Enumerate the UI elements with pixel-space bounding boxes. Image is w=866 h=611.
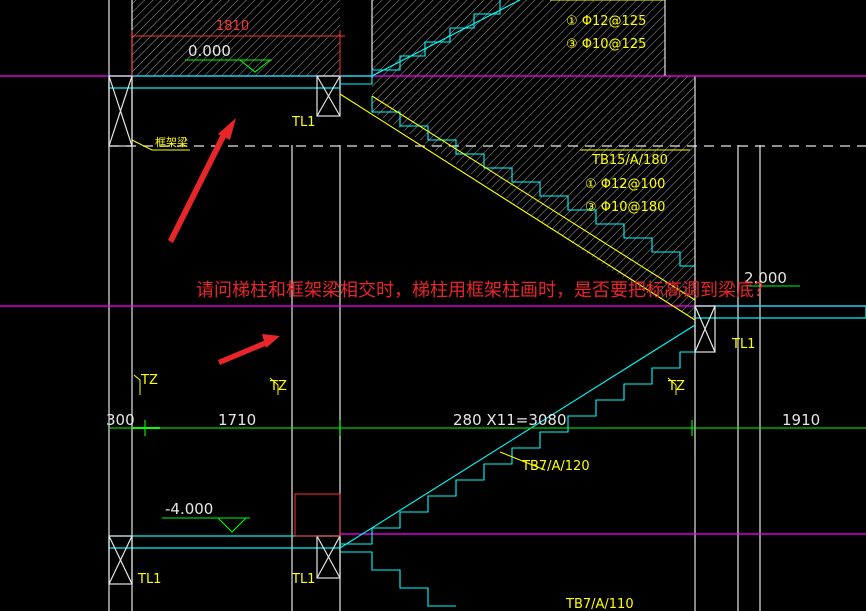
slab-bottom-label: TB7/A/110 bbox=[565, 597, 634, 611]
tl1-label-bottom-center: TL1 bbox=[291, 572, 315, 587]
elevation-bottom-label: -4.000 bbox=[165, 500, 213, 518]
tz-label-left: TZ bbox=[140, 373, 158, 388]
dim-top-label: 1810 bbox=[216, 19, 249, 34]
cad-drawing-canvas[interactable]: 1810 0.000 ① Φ12@125 ③ Φ10@125 TL1 框架梁 T… bbox=[0, 0, 866, 611]
column-outline bbox=[294, 493, 341, 537]
upper-slab-rebar-1: ① Φ12@125 bbox=[566, 14, 646, 29]
annotation-arrow-lower bbox=[218, 334, 280, 365]
annotation-question: 请问梯柱和框架梁相交时，梯柱用框架柱画时，是否要把标高调到梁底？ bbox=[196, 280, 772, 301]
tz-label-center: TZ bbox=[269, 379, 287, 394]
dim-1910-label: 1910 bbox=[782, 411, 820, 429]
upper-slab-rebar-3: ③ Φ10@125 bbox=[566, 37, 646, 52]
slab-mid-rebar-1: ① Φ12@100 bbox=[585, 177, 665, 192]
elevation-top-label: 0.000 bbox=[188, 42, 231, 60]
tl1-label-mid: TL1 bbox=[731, 337, 755, 352]
dim-300-label: 300 bbox=[106, 411, 135, 429]
slab-mid-label: TB15/A/180 bbox=[591, 153, 668, 168]
tl1-label-top: TL1 bbox=[291, 115, 315, 130]
dim-1710-label: 1710 bbox=[218, 411, 256, 429]
tz-label-right: TZ bbox=[667, 379, 685, 394]
dim-steps-label: 280 X11=3080 bbox=[453, 411, 567, 429]
slab-lower-label: TB7/A/120 bbox=[521, 459, 590, 474]
frame-beam-label: 框架梁 bbox=[155, 135, 188, 149]
stair-flight-lower bbox=[339, 324, 696, 607]
tl1-label-bottom-left: TL1 bbox=[137, 572, 161, 587]
slab-mid-rebar-3: ③ Φ10@180 bbox=[585, 200, 665, 215]
